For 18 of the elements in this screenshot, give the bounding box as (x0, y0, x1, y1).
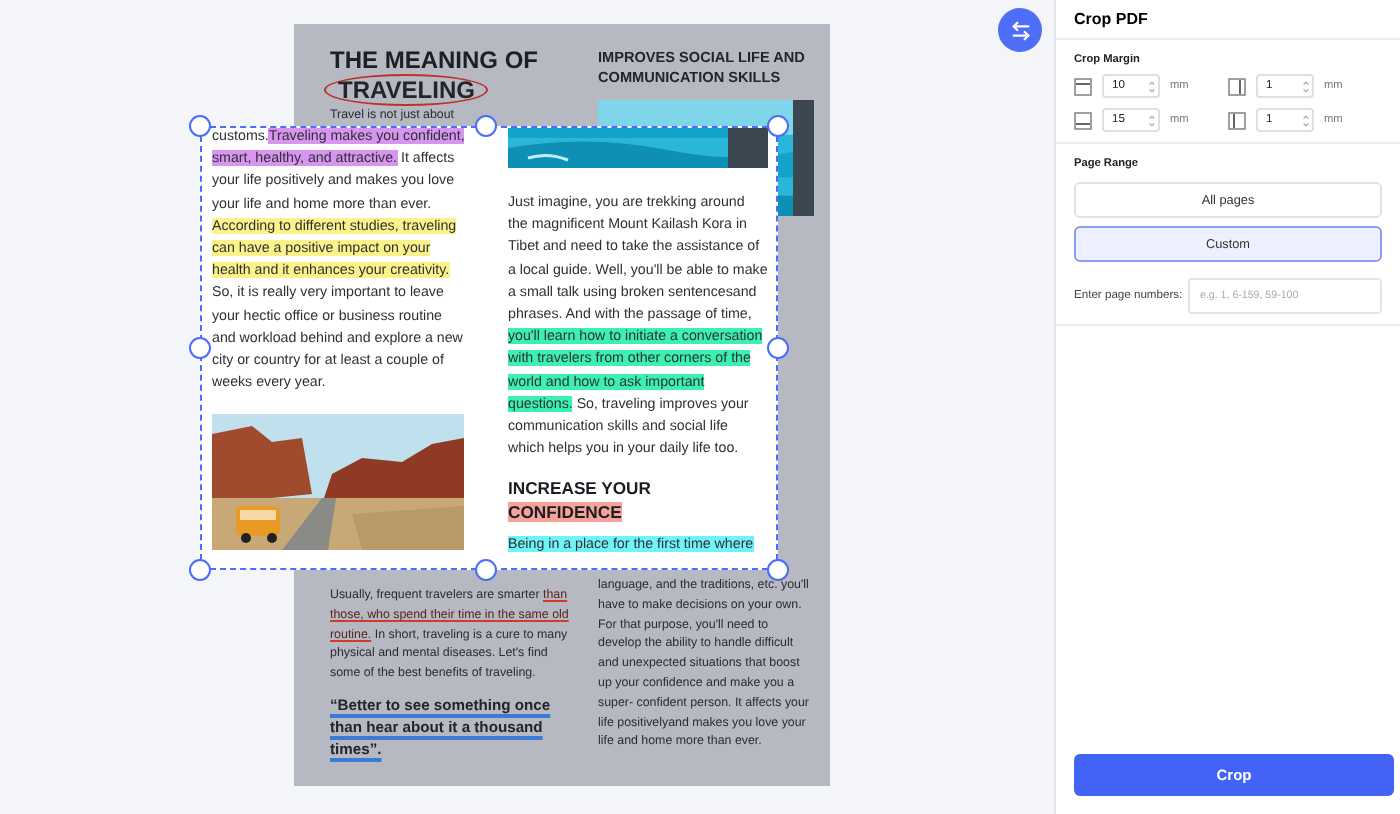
stepper-icon[interactable] (1148, 111, 1156, 129)
resize-handle[interactable] (189, 559, 211, 581)
stepper-icon[interactable] (1302, 111, 1310, 129)
margin-icon (1228, 111, 1246, 129)
resize-handle[interactable] (189, 337, 211, 359)
margin-icon (1228, 77, 1246, 95)
resize-handle[interactable] (189, 115, 211, 137)
swap-button[interactable] (998, 8, 1042, 52)
margin-icon (1074, 111, 1092, 129)
swap-icon[interactable] (1009, 19, 1031, 41)
panel-title: Crop PDF (1056, 0, 1400, 40)
stepper-icon[interactable] (1148, 77, 1156, 95)
document-title: THE MEANING OF (330, 48, 540, 74)
stepper-icon[interactable] (1302, 77, 1310, 95)
crop-area[interactable] (200, 126, 778, 570)
margin-icon (1074, 77, 1092, 95)
section-heading: INCREASE YOUR CONFIDENCE (508, 476, 653, 525)
document-title: TRAVELING (324, 74, 489, 106)
